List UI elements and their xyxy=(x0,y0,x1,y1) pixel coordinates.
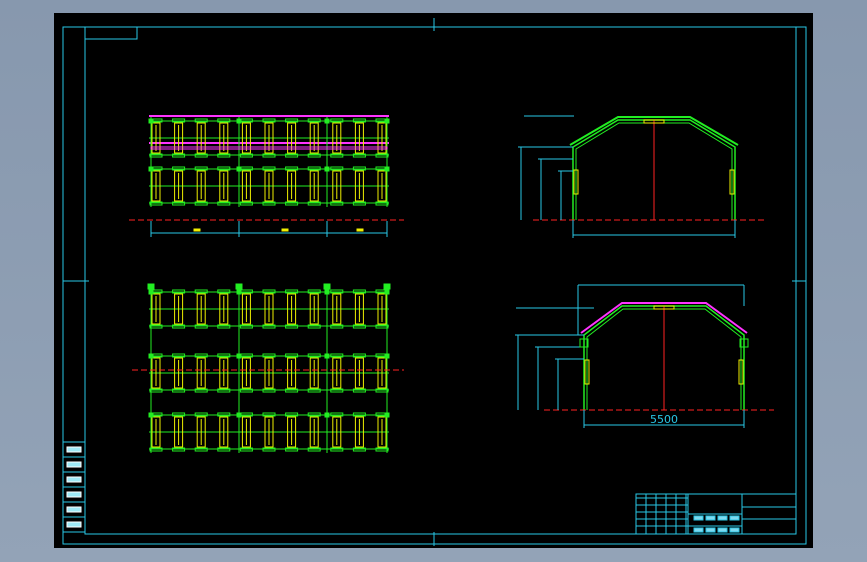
frame-node xyxy=(236,353,242,359)
frame-node xyxy=(384,289,390,295)
sign-cell-text xyxy=(66,491,82,498)
frame-node xyxy=(148,166,154,172)
frame-node xyxy=(236,118,242,124)
frame-node xyxy=(324,118,330,124)
frame-node xyxy=(148,118,154,124)
column-base xyxy=(383,283,391,290)
title-cell-text xyxy=(693,515,704,521)
frame-node xyxy=(236,289,242,295)
cad-application-window: 5500 xyxy=(0,0,867,562)
frame-node xyxy=(324,166,330,172)
title-cell-text xyxy=(717,515,728,521)
frame-node xyxy=(236,166,242,172)
drawing-sheet: 5500 xyxy=(62,18,807,546)
sign-cell-text xyxy=(66,461,82,468)
title-cell-text xyxy=(705,515,716,521)
frame-node xyxy=(384,166,390,172)
frame-node xyxy=(324,353,330,359)
column-base xyxy=(147,283,155,290)
dim-label-3 xyxy=(356,228,364,232)
column-base xyxy=(235,283,243,290)
title-cell-text xyxy=(729,515,740,521)
sign-cell-text xyxy=(66,521,82,528)
frame-node xyxy=(148,412,154,418)
sign-cell-text xyxy=(66,446,82,453)
drawing-number-box xyxy=(84,26,138,40)
title-cell-text xyxy=(729,527,740,533)
plan-view-top xyxy=(129,115,404,237)
frame-node xyxy=(384,118,390,124)
side-sign-strip xyxy=(62,441,86,533)
inner-frame xyxy=(84,26,797,535)
dim-label-2 xyxy=(281,228,289,232)
frame-node xyxy=(324,412,330,418)
frame-node xyxy=(384,412,390,418)
width-dimension-label: 5500 xyxy=(650,413,678,426)
elevation-view-top xyxy=(518,115,765,238)
sign-cell-text xyxy=(66,506,82,513)
title-cell-text xyxy=(717,527,728,533)
drawing-viewport[interactable]: 5500 xyxy=(54,13,813,548)
frame-node xyxy=(148,289,154,295)
frame-node xyxy=(148,353,154,359)
column-base xyxy=(323,283,331,290)
frame-node xyxy=(384,353,390,359)
title-cell-text xyxy=(705,527,716,533)
frame-node xyxy=(236,412,242,418)
title-cell-text xyxy=(693,527,704,533)
plan-view-bottom xyxy=(132,283,404,453)
sign-cell-text xyxy=(66,476,82,483)
elevation-view-bottom xyxy=(515,284,774,428)
title-block xyxy=(635,493,797,535)
frame-node xyxy=(324,289,330,295)
dim-label-1 xyxy=(193,228,201,232)
